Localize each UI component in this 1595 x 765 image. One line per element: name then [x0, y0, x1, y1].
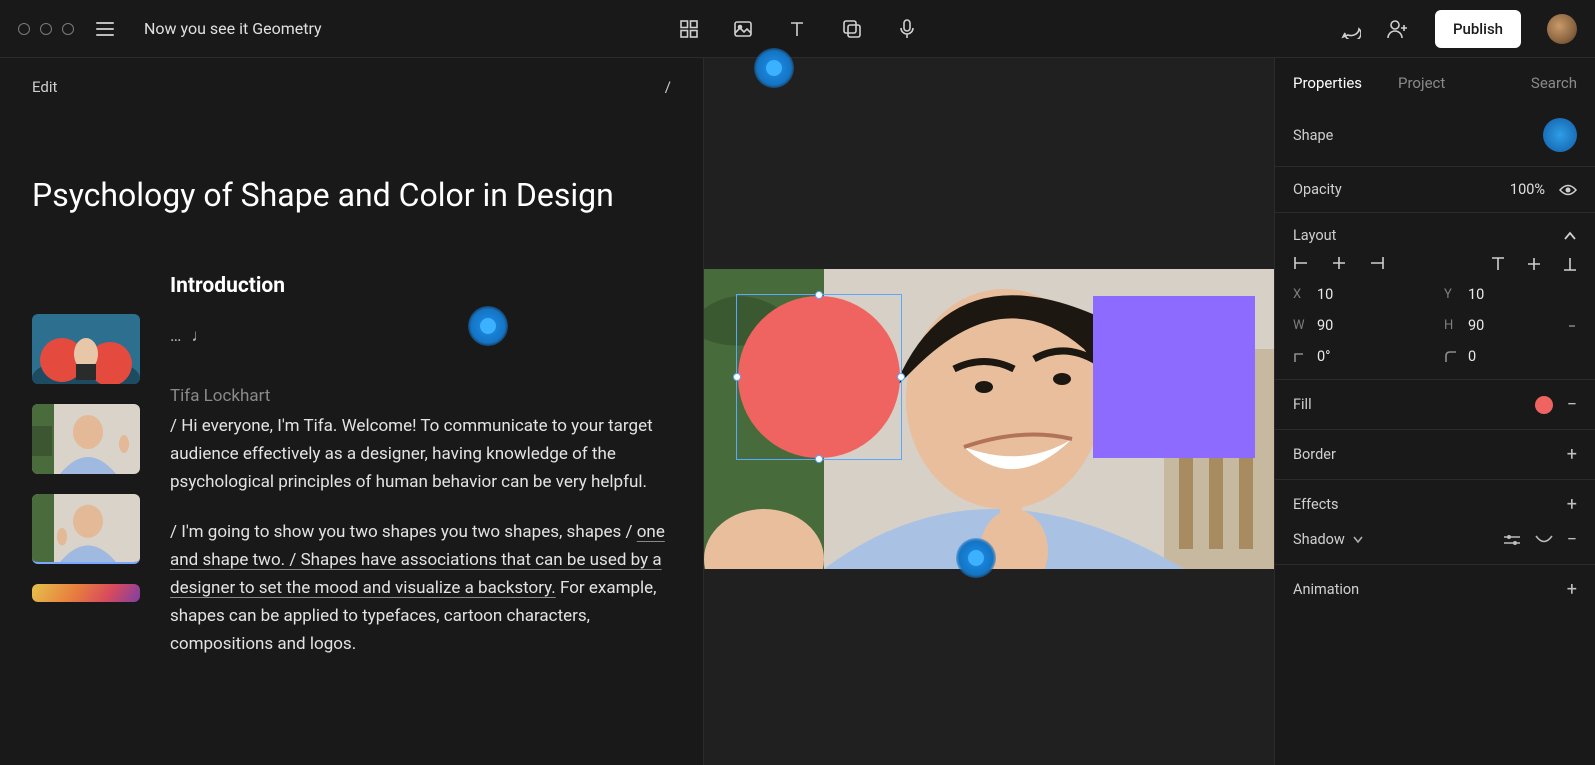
tab-properties[interactable]: Properties — [1293, 74, 1362, 92]
slash-label: / — [665, 78, 671, 96]
add-person-icon[interactable] — [1387, 19, 1409, 39]
selection-handle[interactable] — [733, 373, 741, 381]
layout-label: Layout — [1293, 227, 1336, 244]
editor-pane[interactable]: Edit / Psychology of Shape and Color in … — [0, 58, 704, 765]
opacity-value[interactable]: 100% — [1510, 181, 1545, 198]
corner-radius-value[interactable]: 0 — [1468, 348, 1476, 365]
window-dot[interactable] — [62, 23, 74, 35]
properties-panel: Properties Project Search Shape Opacity … — [1274, 58, 1595, 765]
align-top-icon[interactable] — [1491, 256, 1505, 272]
effects-label: Effects — [1293, 496, 1339, 513]
selection-handle[interactable] — [815, 291, 823, 299]
mic-tool-icon[interactable] — [897, 18, 917, 40]
h-label: H — [1444, 318, 1458, 333]
transcript-paragraph[interactable]: / Hi everyone, I'm Tifa. Welcome! To com… — [170, 412, 671, 496]
shape-label: Shape — [1293, 127, 1333, 144]
w-value[interactable]: 90 — [1317, 317, 1333, 334]
window-dots — [18, 23, 74, 35]
ellipsis: … — [170, 326, 181, 346]
cursor-marker-icon — [956, 538, 996, 578]
selection-handle[interactable] — [815, 455, 823, 463]
selection-handle[interactable] — [897, 373, 905, 381]
rect-shape[interactable] — [1093, 296, 1255, 458]
shape-type-swatch[interactable] — [1543, 118, 1577, 152]
y-value[interactable]: 10 — [1468, 286, 1484, 303]
comment-icon[interactable] — [1341, 19, 1361, 39]
selection-box[interactable] — [736, 294, 902, 460]
hamburger-menu-icon[interactable] — [96, 22, 114, 36]
speaker-name: Tifa Lockhart — [170, 386, 671, 406]
rotation-icon — [1293, 350, 1307, 364]
visibility-off-icon[interactable] — [1535, 535, 1553, 545]
tab-project[interactable]: Project — [1398, 74, 1445, 92]
window-dot[interactable] — [18, 23, 30, 35]
x-value[interactable]: 10 — [1317, 286, 1333, 303]
corner-radius-icon — [1444, 350, 1458, 364]
chevron-up-icon[interactable] — [1563, 231, 1577, 241]
tab-search[interactable]: Search — [1531, 74, 1577, 92]
y-label: Y — [1444, 287, 1458, 302]
cursor-marker-icon — [468, 306, 508, 346]
align-bottom-icon[interactable] — [1563, 256, 1577, 272]
page-title: Psychology of Shape and Color in Design — [32, 176, 671, 214]
publish-button[interactable]: Publish — [1435, 10, 1521, 48]
shadow-label[interactable]: Shadow — [1293, 531, 1345, 548]
fill-label: Fill — [1293, 396, 1312, 413]
video-thumbnail[interactable] — [32, 314, 140, 384]
align-vcenter-icon[interactable] — [1527, 256, 1541, 272]
user-avatar[interactable] — [1547, 14, 1577, 44]
music-note-icon: ♩ — [191, 326, 208, 346]
transcript-text: / I'm going to show you two shapes you t… — [170, 522, 637, 542]
video-thumbnail[interactable] — [32, 584, 140, 602]
video-thumbnail[interactable] — [32, 404, 140, 474]
rotation-value[interactable]: 0° — [1317, 348, 1331, 365]
h-value[interactable]: 90 — [1468, 317, 1484, 334]
window-dot[interactable] — [40, 23, 52, 35]
cursor-marker-icon — [754, 48, 794, 88]
grid-tool-icon[interactable] — [679, 19, 699, 39]
link-icon[interactable] — [1563, 320, 1581, 332]
x-label: X — [1293, 287, 1307, 302]
remove-fill-icon[interactable]: − — [1567, 394, 1577, 415]
video-thumbnail[interactable] — [32, 494, 140, 564]
canvas-pane[interactable] — [704, 58, 1274, 765]
settings-sliders-icon[interactable] — [1503, 534, 1521, 546]
chevron-down-icon[interactable] — [1353, 536, 1363, 544]
section-heading: Introduction — [170, 274, 671, 298]
sticker-tool-icon[interactable] — [841, 18, 863, 40]
w-label: W — [1293, 318, 1307, 333]
transcript-paragraph[interactable]: / I'm going to show you two shapes you t… — [170, 518, 671, 658]
border-label: Border — [1293, 446, 1336, 463]
fill-color-swatch[interactable] — [1535, 396, 1553, 414]
document-title-input[interactable] — [144, 19, 464, 38]
edit-label[interactable]: Edit — [32, 78, 57, 96]
animation-label: Animation — [1293, 581, 1359, 598]
add-border-icon[interactable]: + — [1567, 444, 1577, 465]
opacity-label: Opacity — [1293, 181, 1342, 198]
align-hcenter-icon[interactable] — [1331, 256, 1347, 270]
image-tool-icon[interactable] — [733, 19, 753, 39]
visibility-icon[interactable] — [1559, 183, 1577, 197]
align-left-icon[interactable] — [1293, 256, 1309, 270]
text-tool-icon[interactable] — [787, 19, 807, 39]
remove-shadow-icon[interactable]: − — [1567, 529, 1577, 550]
add-animation-icon[interactable]: + — [1567, 579, 1577, 600]
align-right-icon[interactable] — [1369, 256, 1385, 270]
add-effect-icon[interactable]: + — [1567, 494, 1577, 515]
